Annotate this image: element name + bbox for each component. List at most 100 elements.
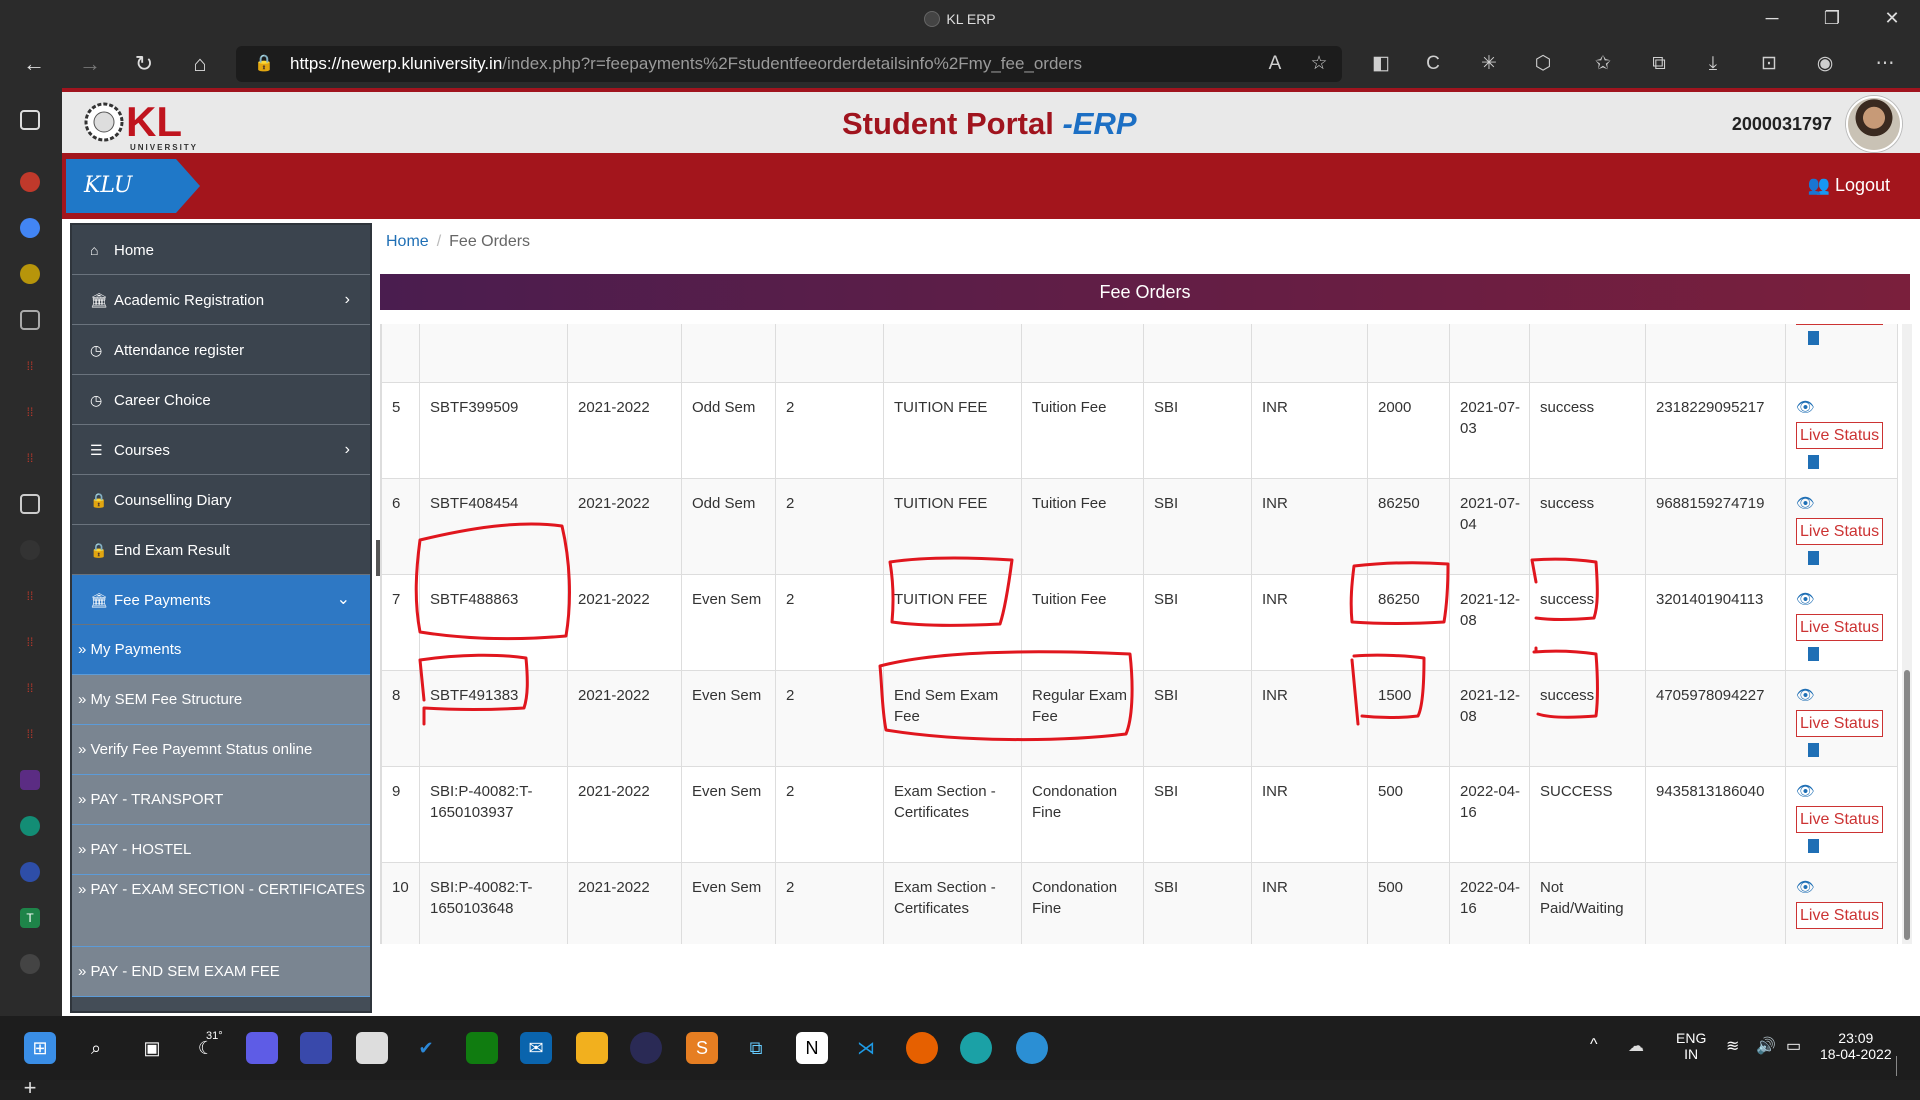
clock[interactable]: 23:09 18-04-2022	[1820, 1030, 1892, 1062]
battery-icon[interactable]: ▭	[1786, 1036, 1801, 1056]
extension-icon[interactable]: ◧	[1368, 52, 1394, 76]
menu-item-counselling-diary[interactable]: 🔒 Counselling Diary	[72, 475, 370, 525]
menu-item-home[interactable]: ⌂ Home	[72, 225, 370, 275]
firefox-icon[interactable]	[906, 1032, 938, 1064]
live-status-button[interactable]: Live Status	[1796, 518, 1884, 545]
google-icon[interactable]	[20, 218, 40, 238]
avatar[interactable]	[1846, 96, 1902, 152]
wifi-icon[interactable]: ≋	[1726, 1036, 1739, 1056]
logout-button[interactable]: 👥 Logout	[1808, 175, 1890, 196]
mail-icon[interactable]: ✉	[520, 1032, 552, 1064]
sidebar-app-icon[interactable]	[20, 862, 40, 882]
submenu-pay-exam-section-certificates[interactable]: » PAY - EXAM SECTION - CERTIFICATES	[72, 875, 370, 947]
live-status-button[interactable]: Live Status	[1796, 614, 1884, 641]
read-aloud-icon[interactable]: A	[1262, 52, 1288, 76]
klu-erp-badge[interactable]: KLU ERP	[66, 159, 176, 252]
app-grid-icon[interactable]: ⁞⁞	[20, 724, 40, 744]
menu-item-fee-payments[interactable]: 🏛 Fee Payments ⌄	[72, 575, 370, 625]
notion-icon[interactable]: N	[796, 1032, 828, 1064]
favorite-star-icon[interactable]: ☆	[1306, 52, 1332, 76]
volume-icon[interactable]: 🔊	[1756, 1036, 1776, 1056]
minimize-button[interactable]: ─	[1752, 8, 1792, 29]
receipt-document-icon[interactable]	[1808, 647, 1819, 661]
chat-icon[interactable]	[246, 1032, 278, 1064]
xbox-icon[interactable]	[466, 1032, 498, 1064]
settings-icon[interactable]	[20, 954, 40, 974]
document-icon[interactable]	[20, 310, 40, 330]
receipt-document-icon[interactable]	[1808, 743, 1819, 757]
extension2-icon[interactable]: C	[1420, 52, 1446, 76]
refresh-icon[interactable]: ↻	[128, 48, 160, 80]
sidebar-app-icon[interactable]: T	[20, 908, 40, 928]
extension3-icon[interactable]: ✳	[1476, 52, 1502, 76]
more-menu-icon[interactable]: ⋯	[1872, 52, 1898, 76]
view-eye-icon[interactable]: 👁	[1796, 397, 1889, 418]
todo-icon[interactable]: ✔	[410, 1032, 442, 1064]
calendar-icon[interactable]	[20, 494, 40, 514]
submenu-pay-end-sem-exam-fee[interactable]: » PAY - END SEM EXAM FEE	[72, 947, 370, 997]
profile-icon[interactable]: ◉	[1812, 52, 1838, 76]
store-icon[interactable]	[356, 1032, 388, 1064]
receipt-document-icon[interactable]	[1808, 455, 1819, 469]
favorites-icon[interactable]: ✩	[1590, 52, 1616, 76]
live-status-button[interactable]: Live Status	[1796, 324, 1884, 325]
maximize-button[interactable]: ❐	[1812, 8, 1852, 29]
sidebar-app-icon[interactable]	[20, 172, 40, 192]
app-grid-icon[interactable]: ⁞⁞	[20, 632, 40, 652]
screenshot-icon[interactable]: ⊡	[1756, 52, 1782, 76]
close-button[interactable]: ✕	[1872, 8, 1912, 29]
search-icon[interactable]: ⌕	[80, 1032, 112, 1064]
submenu-my-payments[interactable]: » My Payments	[72, 625, 370, 675]
forward-icon[interactable]: →	[74, 48, 106, 80]
sidebar-app-icon[interactable]	[20, 770, 40, 790]
submenu-verify-fee-status[interactable]: » Verify Fee Payemnt Status online	[72, 725, 370, 775]
menu-item-courses[interactable]: ☰ Courses ›	[72, 425, 370, 475]
view-eye-icon[interactable]: 👁	[1796, 589, 1889, 610]
windows-start-icon[interactable]: ⊞	[24, 1032, 56, 1064]
menu-item-end-exam-result[interactable]: 🔒 End Exam Result	[72, 525, 370, 575]
menu-item-attendance-register[interactable]: ◷ Attendance register	[72, 325, 370, 375]
live-status-button[interactable]: Live Status	[1796, 902, 1884, 929]
app-grid-icon[interactable]: ⁞⁞	[20, 402, 40, 422]
menu-item-career-choice[interactable]: ◷ Career Choice	[72, 375, 370, 425]
network-app-icon[interactable]: ⧉	[740, 1032, 772, 1064]
vscode-icon[interactable]: ⋊	[850, 1032, 882, 1064]
live-status-button[interactable]: Live Status	[1796, 710, 1884, 737]
receipt-document-icon[interactable]	[1808, 551, 1819, 565]
fee-orders-table-container[interactable]: Live Status5SBTF3995092021-2022Odd Sem2T…	[380, 324, 1900, 944]
receipt-document-icon[interactable]	[1808, 839, 1819, 853]
sublime-icon[interactable]: S	[686, 1032, 718, 1064]
collections-icon[interactable]: ⧉	[1646, 52, 1672, 76]
sidebar-app-icon[interactable]	[20, 264, 40, 284]
onedrive-icon[interactable]: ☁	[1628, 1036, 1644, 1056]
submenu-pay-transport[interactable]: » PAY - TRANSPORT	[72, 775, 370, 825]
show-hidden-icons-chevron-icon[interactable]: ^	[1590, 1036, 1598, 1054]
app-grid-icon[interactable]: ⁞⁞	[20, 448, 40, 468]
live-status-button[interactable]: Live Status	[1796, 422, 1884, 449]
breadcrumb-home-link[interactable]: Home	[386, 233, 429, 250]
table-scrollbar[interactable]	[1902, 324, 1912, 944]
app-grid-icon[interactable]: ⁞⁞	[20, 356, 40, 376]
view-eye-icon[interactable]: 👁	[1796, 685, 1889, 706]
app-icon[interactable]	[300, 1032, 332, 1064]
submenu-my-sem-fee-structure[interactable]: » My SEM Fee Structure	[72, 675, 370, 725]
language-indicator[interactable]: ENG IN	[1676, 1030, 1706, 1062]
edge-beta-icon[interactable]	[1016, 1032, 1048, 1064]
submenu-pay-hostel[interactable]: » PAY - HOSTEL	[72, 825, 370, 875]
receipt-document-icon[interactable]	[1808, 331, 1819, 345]
scrollbar-thumb[interactable]	[1904, 670, 1910, 940]
file-explorer-icon[interactable]	[576, 1032, 608, 1064]
task-view-icon[interactable]: ▣	[136, 1032, 168, 1064]
view-eye-icon[interactable]: 👁	[1796, 781, 1889, 802]
tabs-icon[interactable]	[20, 110, 40, 130]
view-eye-icon[interactable]: 👁	[1796, 877, 1889, 898]
extensions-puzzle-icon[interactable]: ⬡	[1530, 52, 1556, 76]
home-icon[interactable]: ⌂	[184, 48, 216, 80]
edge-icon[interactable]	[960, 1032, 992, 1064]
eclipse-icon[interactable]	[630, 1032, 662, 1064]
menu-item-academic-registration[interactable]: 🏛 Academic Registration ›	[72, 275, 370, 325]
address-bar[interactable]: 🔒 https://newerp.kluniversity.in/index.p…	[236, 46, 1342, 82]
show-desktop-button[interactable]	[1896, 1056, 1900, 1076]
app-grid-icon[interactable]: ⁞⁞	[20, 586, 40, 606]
downloads-icon[interactable]: ⤓	[1700, 52, 1726, 76]
